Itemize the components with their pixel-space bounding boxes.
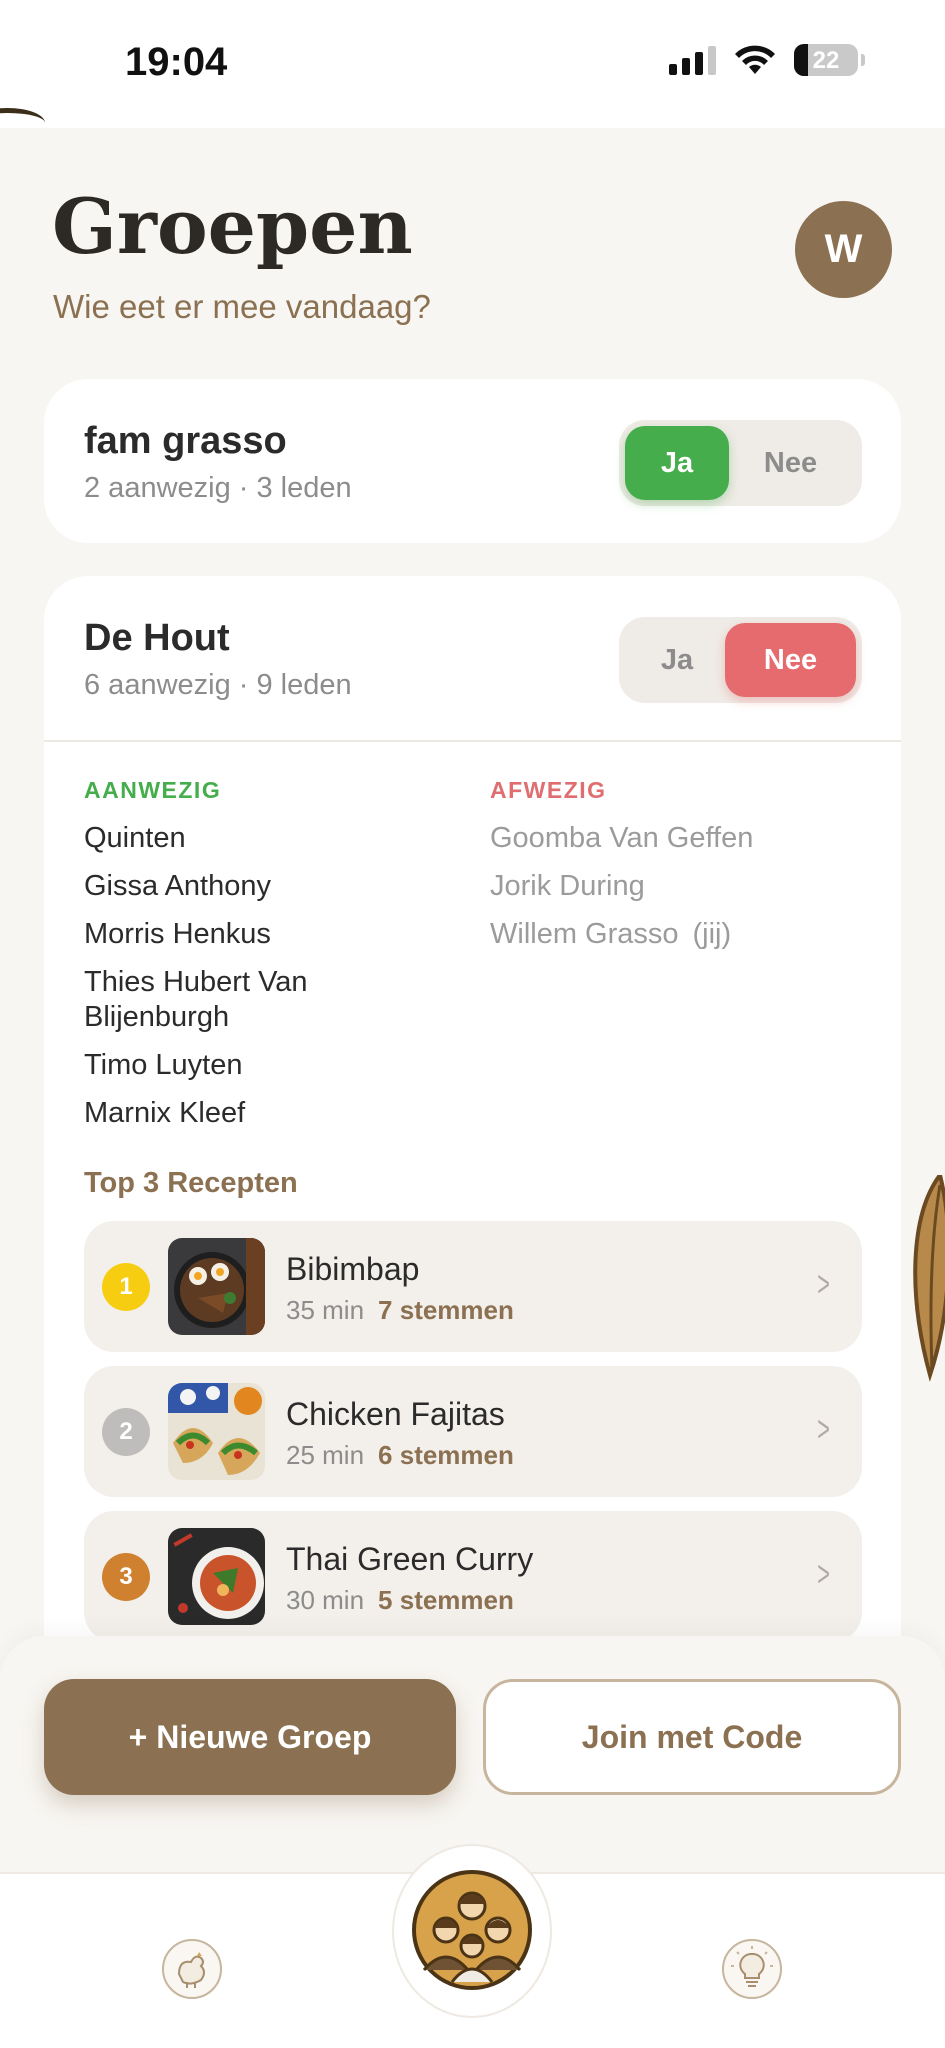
recipe-row[interactable]: 1 Bibimbap 35 min 7 stemmen > [84,1221,862,1352]
new-group-button[interactable]: + Nieuwe Groep [44,1679,456,1795]
recipe-time: 35 min [286,1295,365,1325]
join-with-code-button[interactable]: Join met Code [483,1679,901,1795]
member-name: Goomba Van Geffen [490,822,754,854]
divider [44,740,901,742]
wifi-icon [735,45,775,74]
you-tag: (jij) [692,918,732,950]
signal-icon [669,45,716,75]
member-name: Thies Hubert Van Blijenburgh [84,966,308,1033]
recipe-votes: 6 stemmen [378,1440,514,1470]
member-name-self: Willem Grasso (jij) [490,917,850,952]
recipe-meta: 35 min 7 stemmen [286,1295,514,1326]
recipe-name: Bibimbap [286,1251,420,1287]
member-name: Gissa Anthony [84,870,271,902]
rank-badge: 1 [102,1263,150,1311]
present-list: Quinten Gissa Anthony Morris Henkus Thie… [84,821,384,1144]
attendance-no-button[interactable]: Nee [725,426,856,500]
recipe-row[interactable]: 3 Thai Green Curry 30 min 5 stemmen > [84,1511,862,1636]
status-icons: 22 [669,44,865,76]
page-title: Groepen [52,182,413,271]
tab-groups-active[interactable] [392,1844,552,2018]
member-name: Jorik During [490,870,645,902]
chevron-right-icon: > [817,1553,830,1594]
recipe-votes: 5 stemmen [378,1585,514,1615]
absent-heading: AFWEZIG [490,777,607,803]
group-meta: 6 aanwezig · 9 leden [84,669,352,701]
status-time: 19:04 [125,40,228,84]
attendance-yes-button[interactable]: Ja [625,426,729,500]
recipe-time: 25 min [286,1440,365,1470]
chevron-right-icon: > [817,1408,830,1449]
present-heading: AANWEZIG [84,777,222,803]
group-name: fam grasso [84,420,287,462]
member-name: Willem Grasso [490,918,679,950]
status-bar: 19:04 22 [0,0,945,128]
recipe-thumbnail [168,1528,265,1625]
decorative-leaf-illustration [913,1175,945,1382]
page-subtitle: Wie eet er mee vandaag? [53,288,431,325]
member-name: Quinten [84,822,186,854]
group-icon [412,1870,532,1990]
group-name: De Hout [84,617,230,659]
recipe-meta: 30 min 5 stemmen [286,1585,514,1616]
chicken-icon[interactable] [161,1938,223,2000]
recipe-time: 30 min [286,1585,365,1615]
attendance-yes-button[interactable]: Ja [625,623,729,697]
recipe-row[interactable]: 2 Chicken Fajitas 25 min 6 stemmen > [84,1366,862,1497]
attendance-toggle: Ja Nee [619,420,862,506]
recipe-thumbnail [168,1238,265,1335]
chevron-right-icon: > [817,1263,830,1304]
recipe-name: Chicken Fajitas [286,1396,505,1432]
recipe-meta: 25 min 6 stemmen [286,1440,514,1471]
rank-badge: 2 [102,1408,150,1456]
member-name: Marnix Kleef [84,1097,246,1129]
battery-level: 22 [812,47,840,74]
member-name: Morris Henkus [84,918,271,950]
avatar[interactable]: W [795,201,892,298]
group-meta: 2 aanwezig · 3 leden [84,472,352,504]
attendance-no-button[interactable]: Nee [725,623,856,697]
recipe-thumbnail [168,1383,265,1480]
battery-icon: 22 [794,44,858,76]
member-name: Timo Luyten [84,1049,243,1081]
absent-list: Goomba Van Geffen Jorik During Willem Gr… [490,821,850,965]
recipe-votes: 7 stemmen [378,1295,514,1325]
recipe-name: Thai Green Curry [286,1541,534,1577]
rank-badge: 3 [102,1553,150,1601]
lightbulb-icon[interactable] [721,1938,783,2000]
attendance-toggle: Ja Nee [619,617,862,703]
top-recipes-title: Top 3 Recepten [84,1167,298,1199]
group-card[interactable]: fam grasso 2 aanwezig · 3 leden Ja Nee [44,379,901,543]
group-card-expanded: De Hout 6 aanwezig · 9 leden Ja Nee AANW… [44,576,901,1636]
